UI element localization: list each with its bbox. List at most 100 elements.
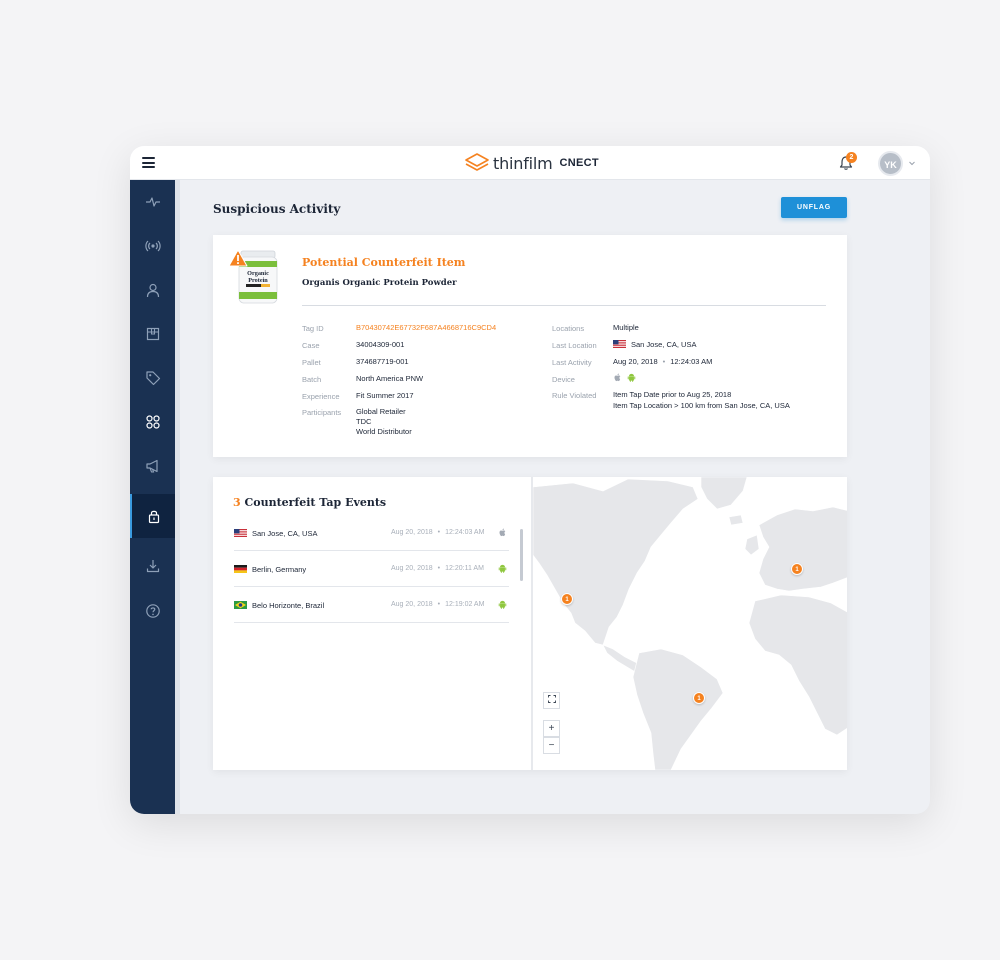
- sidebar-item-security[interactable]: [130, 494, 175, 538]
- brand-name: thinfilm: [493, 153, 553, 173]
- field-label-participants: Participants: [302, 408, 342, 417]
- us-flag-icon: [613, 340, 626, 348]
- alert-title: Potential Counterfeit Item: [302, 256, 466, 269]
- broadcast-icon: [144, 240, 161, 252]
- fullscreen-button[interactable]: [543, 692, 560, 709]
- event-date: Aug 20, 2018: [391, 565, 433, 572]
- north-america-landmass: [533, 478, 699, 646]
- sidebar-item-campaigns[interactable]: [130, 444, 175, 488]
- event-location-text: Belo Horizonte, Brazil: [252, 601, 325, 610]
- tag-icon: [145, 371, 160, 386]
- sidebar-item-users[interactable]: [130, 268, 175, 312]
- separator-dot: •: [662, 357, 666, 366]
- participant-item: Global Retailer: [356, 407, 406, 416]
- apple-icon: [614, 373, 621, 382]
- user-icon: [146, 283, 159, 298]
- brazil-flag-icon: [234, 601, 247, 609]
- field-label-experience: Experience: [302, 392, 340, 401]
- help-icon: [145, 604, 160, 618]
- field-value-last-location: San Jose, CA, USA: [613, 340, 696, 350]
- sidebar-item-downloads[interactable]: [130, 544, 175, 588]
- grid-icon: [145, 415, 160, 429]
- events-title-text: Counterfeit Tap Events: [244, 496, 387, 509]
- field-value-tag-id: B70430742E67732F687A4668716C9CD4: [356, 323, 497, 332]
- list-item[interactable]: Berlin, Germany Aug 20, 2018 • 12:20:11 AM: [234, 551, 509, 587]
- tap-events-card: 3 Counterfeit Tap Events San Jose, CA, U…: [213, 477, 847, 770]
- zoom-in-button[interactable]: +: [543, 720, 560, 737]
- app-window: thinfilm CNECT 2 YK Suspicious Activity …: [130, 146, 930, 814]
- box-icon: [146, 327, 159, 341]
- event-time: 12:19:02 AM: [445, 601, 485, 608]
- counterfeit-detail-card: Organic Protein Potential Counterfeit It…: [213, 235, 847, 457]
- brand: thinfilm CNECT: [465, 151, 599, 175]
- list-item[interactable]: San Jose, CA, USA Aug 20, 2018 • 12:24:03 …: [234, 515, 509, 551]
- germany-flag-icon: [234, 565, 247, 573]
- top-bar: thinfilm CNECT 2 YK: [130, 146, 930, 180]
- us-flag-icon: [234, 529, 247, 537]
- sidebar-item-activity[interactable]: [130, 180, 175, 224]
- map-canvas: [533, 477, 847, 770]
- field-value-device: [613, 373, 636, 385]
- expand-icon: [547, 695, 556, 703]
- sidebar: [130, 180, 175, 814]
- last-location-text: San Jose, CA, USA: [631, 340, 697, 349]
- map-marker-san-jose[interactable]: 1: [561, 593, 573, 605]
- thinfilm-logo-icon: [465, 153, 489, 171]
- event-location-text: San Jose, CA, USA: [252, 529, 318, 538]
- zoom-out-button[interactable]: −: [543, 737, 560, 754]
- last-activity-date: Aug 20, 2018: [613, 357, 658, 366]
- android-icon: [498, 600, 507, 609]
- android-icon: [498, 564, 507, 573]
- rule-item: Item Tap Date prior to Aug 25, 2018: [613, 390, 732, 399]
- megaphone-icon: [145, 459, 158, 473]
- product-name: CNECT: [559, 157, 599, 169]
- menu-icon[interactable]: [142, 157, 155, 168]
- sidebar-item-apps[interactable]: [130, 400, 175, 444]
- field-label-pallet: Pallet: [302, 358, 321, 367]
- events-list-panel: 3 Counterfeit Tap Events San Jose, CA, U…: [213, 477, 531, 770]
- field-label-tag-id: Tag ID: [302, 324, 324, 333]
- rule-item: Item Tap Location > 100 km from San Jose…: [613, 401, 790, 410]
- field-value-case: 34004309-001: [356, 340, 405, 349]
- event-timestamp: Aug 20, 2018 • 12:24:03 AM: [391, 529, 484, 536]
- event-location-text: Berlin, Germany: [252, 565, 307, 574]
- separator-dot: •: [437, 601, 441, 608]
- field-label-rule-violated: Rule Violated: [552, 391, 597, 400]
- download-icon: [146, 560, 159, 573]
- field-label-case: Case: [302, 341, 320, 350]
- sidebar-item-tags[interactable]: [130, 356, 175, 400]
- sidebar-item-help[interactable]: [130, 589, 175, 633]
- unflag-button[interactable]: UNFLAG: [781, 197, 847, 218]
- sidebar-item-products[interactable]: [130, 312, 175, 356]
- field-label-last-location: Last Location: [552, 341, 597, 350]
- sidebar-item-broadcast[interactable]: [130, 224, 175, 268]
- avatar[interactable]: YK: [878, 151, 903, 176]
- greenland-landmass: [700, 477, 748, 510]
- last-activity-time: 12:24:03 AM: [670, 357, 713, 366]
- field-value-last-activity: Aug 20, 2018 • 12:24:03 AM: [613, 357, 712, 367]
- divider: [302, 305, 826, 306]
- field-value-experience: Fit Summer 2017: [356, 391, 414, 400]
- list-item[interactable]: Belo Horizonte, Brazil Aug 20, 2018 • 12:1…: [234, 587, 509, 623]
- event-date: Aug 20, 2018: [391, 529, 433, 536]
- sidebar-edge: [175, 180, 180, 814]
- world-map[interactable]: 1 1 1 + −: [531, 477, 847, 770]
- field-label-last-activity: Last Activity: [552, 358, 592, 367]
- map-marker-belo-horizonte[interactable]: 1: [693, 692, 705, 704]
- field-value-locations: Multiple: [613, 323, 639, 332]
- field-label-device: Device: [552, 375, 575, 384]
- scrollbar[interactable]: [520, 529, 523, 581]
- iceland-landmass: [728, 514, 744, 526]
- event-time: 12:20:11 AM: [445, 565, 484, 572]
- map-marker-berlin[interactable]: 1: [791, 563, 803, 575]
- participant-item: TDC: [356, 417, 372, 426]
- activity-icon: [145, 197, 160, 207]
- warning-icon: [228, 249, 248, 267]
- south-america-landmass: [632, 648, 724, 770]
- separator-dot: •: [437, 529, 441, 536]
- separator-dot: •: [437, 565, 441, 572]
- chevron-down-icon[interactable]: [908, 159, 916, 167]
- apple-icon: [499, 528, 506, 537]
- svg-text:Protein: Protein: [248, 277, 268, 284]
- events-count: 3: [233, 496, 241, 509]
